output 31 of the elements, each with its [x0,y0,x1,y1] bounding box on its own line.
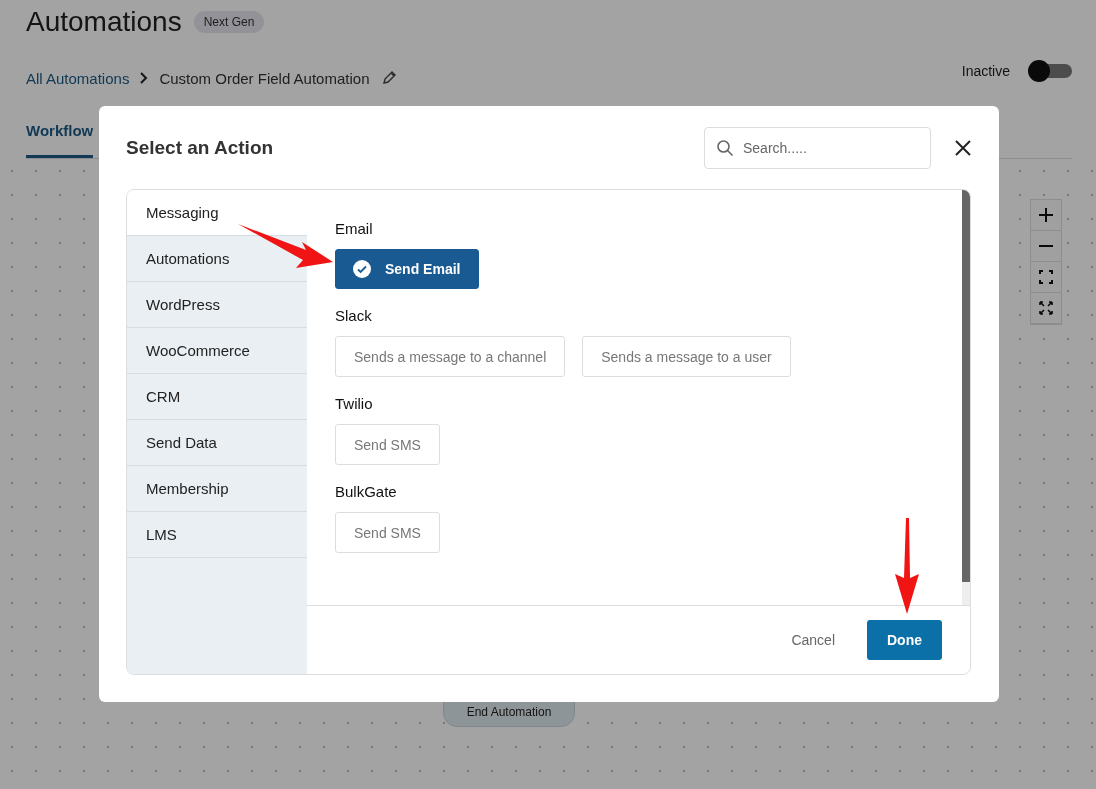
done-button[interactable]: Done [867,620,942,660]
dialog-title: Select an Action [126,136,275,159]
tab[interactable]: Workflow [26,108,94,158]
category-item[interactable]: WooCommerce [127,328,307,374]
pencil-icon[interactable] [381,70,398,86]
search-field[interactable]: Search..... [704,126,931,169]
close-icon[interactable] [953,137,973,158]
category-item[interactable]: Send Data [127,420,307,466]
category-item[interactable]: Membership [127,466,307,512]
status-label: Inactive [961,63,1010,79]
action-button[interactable]: Send SMS [335,512,440,553]
group-heading: Slack [335,307,373,324]
category-item[interactable]: WordPress [127,282,307,328]
action-button[interactable]: Sends a message to a channel [335,336,566,377]
action-button[interactable]: Send Email [335,249,480,289]
category-item[interactable]: CRM [127,374,307,420]
group-heading: Email [335,220,374,237]
group-heading: BulkGate [335,483,398,500]
cancel-button[interactable]: Cancel [785,624,841,656]
breadcrumb-link[interactable]: All Automations [26,69,130,87]
group-heading: Twilio [335,395,374,412]
scrollbar[interactable] [962,190,970,605]
breadcrumb-current: Custom Order Field Automation [159,69,370,87]
page-title: Automations [26,6,182,38]
action-button[interactable]: Sends a message to a user [582,336,791,377]
chevron-icon [139,71,150,85]
check-icon [353,260,371,278]
category-item[interactable]: Messaging [127,190,307,236]
category-item[interactable]: LMS [127,512,307,558]
version-badge: Next Gen [193,11,265,33]
action-button[interactable]: Send SMS [335,424,440,465]
